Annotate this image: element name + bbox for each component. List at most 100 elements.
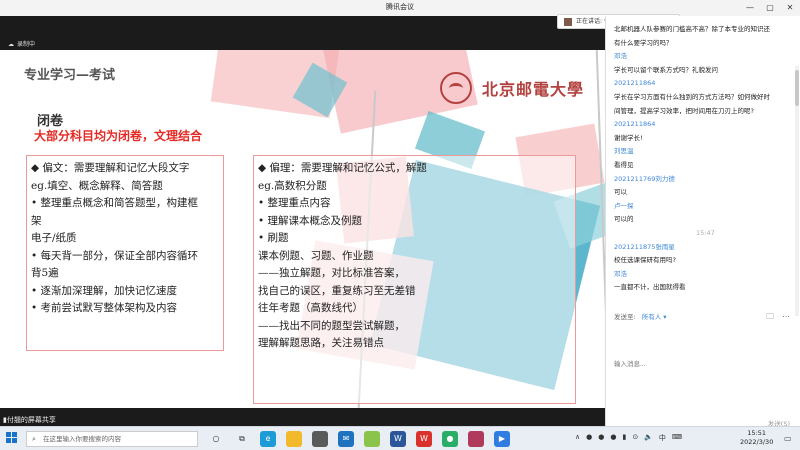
chat-message-text: 可以: [614, 188, 627, 197]
chat-sender-name: 2021211864: [614, 120, 656, 129]
message-input[interactable]: [614, 324, 792, 404]
box-line: 电子/纸质: [31, 232, 77, 244]
chat-message-text: 可以的: [614, 215, 634, 224]
clock-time: 15:51: [747, 429, 767, 437]
search-icon: ⌕: [32, 435, 36, 443]
chat-message-text: 校任选课保研有用吗?: [614, 256, 676, 265]
box-line: 往年考题（高数线代）: [258, 302, 363, 314]
window-titlebar: 腾讯会议 — ▢ ✕: [0, 0, 800, 16]
photos-icon[interactable]: [468, 431, 484, 447]
science-text: ◆ 偏理：需要理解和记忆公式，解题 eg.高数积分题 • 整理重点内容 • 理解…: [258, 160, 427, 353]
store-icon[interactable]: [312, 431, 328, 447]
box-line: • 刷题: [258, 232, 289, 244]
closed-book-note: 大部分科目均为闭卷，文理结合: [34, 129, 203, 143]
chat-message-text: 一直都不计，出国就得看: [614, 283, 686, 292]
screen-share-label: ▮付翘的屏幕共享: [3, 416, 56, 424]
cloud-icon: ☁: [8, 41, 14, 48]
box-line: • 考前尝试默写整体架构及内容: [31, 302, 178, 314]
chat-sender-name: 刘思温: [614, 147, 634, 156]
minimize-button[interactable]: —: [740, 0, 760, 16]
tray-app-icon[interactable]: ▮: [622, 433, 626, 443]
send-to-row: 发送至: 所有人 ▾: [614, 311, 667, 321]
chat-sender-name: 2021211769刘力德: [614, 174, 675, 183]
screen-share-bar: ▮付翘的屏幕共享: [0, 414, 605, 426]
chat-messages: 北邮机器人队参赛的门槛高不高？除了本专业的知识还 有什么要学习的吗？ 邓浩 学长可以留…: [606, 24, 794, 324]
chat-message-text: 学长可以留个联系方式吗？礼貌发问: [614, 65, 718, 74]
chat-timestamp: 15:47: [696, 229, 715, 237]
chat-sender-name: 2021211875张雨星: [614, 242, 675, 251]
volume-icon[interactable]: 🔈: [644, 433, 653, 443]
chat-panel: 北邮机器人队参赛的门槛高不高？除了本专业的知识还 有什么要学习的吗？ 邓浩 学长可以留…: [605, 16, 800, 428]
box-line: eg.填空、概念解释、简答题: [31, 179, 163, 192]
taskview-icon[interactable]: ⧉: [234, 431, 250, 447]
chat-sender-name: 邓浩: [614, 269, 627, 278]
box-line: ◆ 偏理：需要理解和记忆公式，解题: [258, 162, 427, 174]
tray-app-icon[interactable]: ●: [586, 433, 592, 443]
chat-message-text: 有什么要学习的吗？: [614, 38, 673, 47]
box-line: • 逐渐加深理解，加快记忆速度: [31, 284, 178, 297]
box-line: • 理解课本概念及例题: [258, 214, 363, 227]
search-placeholder: 在这里输入你要搜索的内容: [43, 435, 121, 443]
file-explorer-icon[interactable]: [286, 431, 302, 447]
chat-message-text: 北邮机器人队参赛的门槛高不高？除了本专业的知识还: [614, 25, 770, 33]
scrollbar-thumb[interactable]: [795, 70, 799, 106]
chat-scrollbar[interactable]: [795, 66, 799, 316]
box-line: 理解解题思路，关注易错点: [258, 337, 384, 349]
pinned-apps: ○ ⧉ e ✉ W W ● ▶: [208, 431, 520, 447]
tencent-meeting-icon[interactable]: ▶: [494, 431, 510, 447]
recipient-dropdown[interactable]: 所有人 ▾: [642, 313, 667, 321]
chat-message-text: 谢谢学长!: [614, 133, 643, 142]
tray-app-icon[interactable]: ●: [610, 433, 616, 443]
app-icon[interactable]: [364, 431, 380, 447]
tray-app-icon[interactable]: ●: [598, 433, 604, 443]
send-to-label: 发送至:: [614, 313, 636, 321]
wechat-icon[interactable]: ●: [442, 431, 458, 447]
university-logo-text: 北京邮電大學: [482, 80, 585, 99]
box-line: 背5遍: [31, 267, 59, 279]
box-line: • 整理重点内容: [258, 197, 331, 209]
university-logo-icon: [440, 72, 472, 104]
window-title: 腾讯会议: [386, 3, 414, 11]
edge-icon[interactable]: e: [260, 431, 276, 447]
box-line: eg.高数积分题: [258, 179, 327, 192]
slide-title: 专业学习—考试: [24, 68, 116, 83]
humanities-text: ◆ 偏文：需要理解和记忆大段文字 eg.填空、概念解释、简答题 • 整理重点概念…: [31, 160, 198, 318]
shared-slide: 专业学习—考试 北京邮電大學 闭卷 大部分科目均为闭卷，文理结合 ◆ 偏文：需要…: [0, 50, 605, 408]
file-icon[interactable]: 🗀: [766, 312, 774, 321]
box-line: 找自己的误区，重复练习至无差错: [258, 284, 416, 297]
clock-date: 2022/3/30: [740, 438, 774, 446]
box-line: ——独立解题，对比标准答案，: [258, 267, 405, 279]
keyboard-icon[interactable]: ⌨: [672, 433, 682, 443]
word-icon[interactable]: W: [390, 431, 406, 447]
windows-taskbar: ⌕ 在这里输入你要搜索的内容 ○ ⧉ e ✉ W W ● ▶ ∧ ● ● ● ▮…: [0, 426, 800, 450]
box-line: ——找出不同的题型尝试解题，: [258, 319, 405, 332]
chat-tools: 🗀 ⋯: [758, 311, 790, 325]
box-line: 架: [31, 214, 42, 227]
more-icon[interactable]: ⋯: [782, 312, 790, 321]
mail-icon[interactable]: ✉: [338, 431, 354, 447]
box-line: 课本例题、习题、作业题: [258, 249, 374, 262]
notification-icon[interactable]: ▭: [784, 434, 792, 443]
chat-sender-name: 邓浩: [614, 52, 627, 61]
chat-message-text: 学长在学习方面有什么独到的方式方法吗？如何做好时: [614, 93, 770, 101]
network-icon[interactable]: ⊙: [632, 433, 638, 443]
wps-icon[interactable]: W: [416, 431, 432, 447]
box-line: ◆ 偏文：需要理解和记忆大段文字: [31, 162, 190, 174]
task-view-icon[interactable]: ○: [208, 431, 224, 447]
chat-message-text: 间管理，提高学习效率，把时间用在刀刃上的呢?: [614, 106, 754, 115]
close-button[interactable]: ✕: [780, 0, 800, 16]
taskbar-clock[interactable]: 15:51 2022/3/30: [740, 429, 773, 447]
ime-indicator[interactable]: 中: [659, 433, 666, 443]
chevron-up-icon[interactable]: ∧: [575, 433, 580, 443]
windows-start-icon[interactable]: [6, 432, 18, 444]
window-controls: — ▢ ✕: [740, 0, 800, 16]
maximize-button[interactable]: ▢: [760, 0, 780, 16]
box-line: • 每天背一部分，保证全部内容循环: [31, 249, 199, 262]
chat-sender-name: 2021211864: [614, 79, 656, 88]
taskbar-search-input[interactable]: ⌕ 在这里输入你要搜索的内容: [26, 431, 198, 447]
recording-indicator: ☁ 录制中: [8, 39, 35, 48]
chat-message-text: 看得见: [614, 161, 634, 169]
system-tray: ∧ ● ● ● ▮ ⊙ 🔈 中 ⌨: [575, 433, 688, 443]
box-line: • 整理重点概念和简答题型，构建框: [31, 197, 199, 209]
meeting-stage: ☁ 录制中 专业学习—考试 北京邮電大學 闭卷 大部分科目均为闭卷，文理结合 ◆ …: [0, 16, 605, 426]
